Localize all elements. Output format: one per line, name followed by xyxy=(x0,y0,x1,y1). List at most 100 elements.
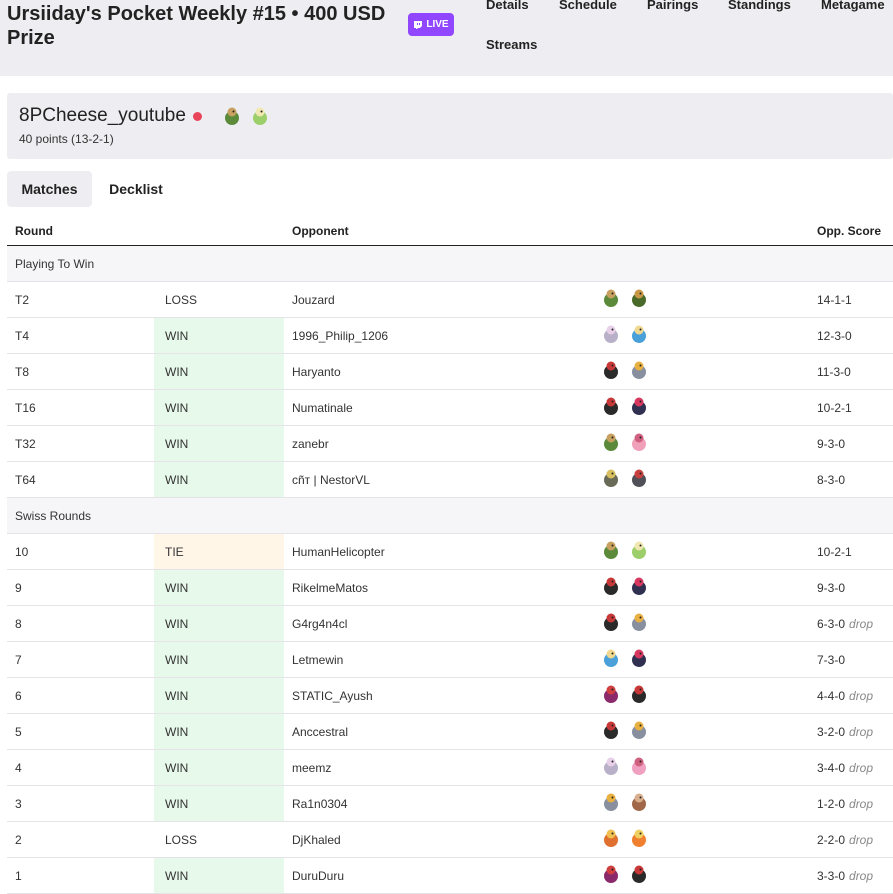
nav-metagame[interactable]: Metagame xyxy=(821,0,885,12)
opp-score-cell: 1-2-0 drop xyxy=(809,785,893,822)
opponent-deck-cell xyxy=(592,713,809,750)
opponent-cell[interactable]: G4rg4n4cl xyxy=(284,605,592,642)
round-cell: 9 xyxy=(7,569,154,606)
tab-matches[interactable]: Matches xyxy=(7,171,92,207)
result-cell: WIN xyxy=(154,425,284,462)
poison-sprite-icon xyxy=(604,685,618,703)
table-row[interactable]: T8 WIN Haryanto 11-3-0 xyxy=(7,353,893,390)
opponent-cell[interactable]: Haryanto xyxy=(284,353,592,390)
opponent-cell[interactable]: HumanHelicopter xyxy=(284,533,592,570)
table-row[interactable]: T2 LOSS Jouzard 14-1-1 xyxy=(7,281,893,318)
opponent-deck-cell xyxy=(592,677,809,714)
round-cell: 1 xyxy=(7,857,154,894)
country-flag-icon xyxy=(193,112,202,121)
score-value: 3-3-0 xyxy=(817,868,846,883)
player-name: 8PCheese_youtube xyxy=(19,105,186,126)
section-header-row: Swiss Rounds xyxy=(7,497,893,534)
table-row[interactable]: 1 WIN DuruDuru 3-3-0 drop xyxy=(7,857,893,894)
deck-sprites xyxy=(600,323,650,345)
live-badge[interactable]: LIVE xyxy=(408,13,454,36)
table-row[interactable]: 5 WIN Anccestral 3-2-0 drop xyxy=(7,713,893,750)
round-cell: 6 xyxy=(7,677,154,714)
score-value: 3-2-0 xyxy=(817,724,846,739)
magnezone-sprite-icon xyxy=(632,721,646,739)
opponent-cell[interactable]: cñт | NestorVL xyxy=(284,461,592,498)
round-cell: 4 xyxy=(7,749,154,786)
table-row[interactable]: T4 WIN 1996_Philip_1206 12-3-0 xyxy=(7,317,893,354)
result-cell: WIN xyxy=(154,461,284,498)
table-row[interactable]: 10 TIE HumanHelicopter 10-2-1 xyxy=(7,533,893,570)
round-cell: T2 xyxy=(7,281,154,318)
mew-sprite-icon xyxy=(632,433,646,451)
opponent-cell[interactable]: Jouzard xyxy=(284,281,592,318)
header-opponent: Opponent xyxy=(284,217,592,246)
score-value: 7-3-0 xyxy=(817,652,846,667)
water-sprite-icon xyxy=(604,649,618,667)
opp-score-cell: 2-2-0 drop xyxy=(809,821,893,858)
tab-decklist[interactable]: Decklist xyxy=(98,171,174,207)
opponent-deck-cell xyxy=(592,569,809,606)
fire-sprite-icon xyxy=(604,829,618,847)
opp-score-cell: 4-4-0 drop xyxy=(809,677,893,714)
deck-sprites xyxy=(600,863,650,885)
section-label: Playing To Win xyxy=(7,245,893,282)
table-row[interactable]: T64 WIN cñт | NestorVL 8-3-0 xyxy=(7,461,893,498)
score-value: 14-1-1 xyxy=(817,292,852,307)
opponent-deck-cell xyxy=(592,461,809,498)
table-row[interactable]: T16 WIN Numatinale 10-2-1 xyxy=(7,389,893,426)
opp-score-cell: 12-3-0 xyxy=(809,317,893,354)
score-value: 9-3-0 xyxy=(817,580,846,595)
opp-score-cell: 9-3-0 xyxy=(809,425,893,462)
nav-streams[interactable]: Streams xyxy=(486,37,537,52)
deck-sprites xyxy=(600,611,650,633)
table-row[interactable]: 9 WIN RikelmeMatos 9-3-0 xyxy=(7,569,893,606)
result-cell: LOSS xyxy=(154,281,284,318)
nav-pairings[interactable]: Pairings xyxy=(647,0,698,12)
rock-sprite-icon xyxy=(604,469,618,487)
weavile-sprite-icon xyxy=(632,397,646,415)
deck-sprites xyxy=(600,827,650,849)
nav-details[interactable]: Details xyxy=(486,0,529,12)
score-value: 10-2-1 xyxy=(817,400,852,415)
darkrai-sprite-icon xyxy=(604,613,618,631)
opponent-cell[interactable]: Ra1n0304 xyxy=(284,785,592,822)
drop-label: drop xyxy=(849,688,874,703)
deck-sprites xyxy=(600,719,650,741)
deck-sprites xyxy=(600,539,650,561)
opponent-cell[interactable]: Letmewin xyxy=(284,641,592,678)
score-value: 10-2-1 xyxy=(817,544,852,559)
round-cell: T8 xyxy=(7,353,154,390)
score-value: 2-2-0 xyxy=(817,832,846,847)
opponent-cell[interactable]: Numatinale xyxy=(284,389,592,426)
score-value: 1-2-0 xyxy=(817,796,846,811)
table-row[interactable]: 2 LOSS DjKhaled 2-2-0 drop xyxy=(7,821,893,858)
opponent-cell[interactable]: Anccestral xyxy=(284,713,592,750)
nav-schedule[interactable]: Schedule xyxy=(559,0,617,12)
opponent-deck-cell xyxy=(592,281,809,318)
opponent-cell[interactable]: DuruDuru xyxy=(284,857,592,894)
bird-sprite-icon xyxy=(632,469,646,487)
score-value: 3-4-0 xyxy=(817,760,846,775)
darkrai-sprite-icon xyxy=(604,397,618,415)
table-row[interactable]: 7 WIN Letmewin 7-3-0 xyxy=(7,641,893,678)
table-row[interactable]: 8 WIN G4rg4n4cl 6-3-0 drop xyxy=(7,605,893,642)
opp-score-cell: 3-3-0 drop xyxy=(809,857,893,894)
opponent-cell[interactable]: STATIC_Ayush xyxy=(284,677,592,714)
opponent-cell[interactable]: zanebr xyxy=(284,425,592,462)
opponent-cell[interactable]: DjKhaled xyxy=(284,821,592,858)
table-row[interactable]: T32 WIN zanebr 9-3-0 xyxy=(7,425,893,462)
table-row[interactable]: 4 WIN meemz 3-4-0 drop xyxy=(7,749,893,786)
fire-bird-sprite-icon xyxy=(632,829,646,847)
magnezone-sprite-icon xyxy=(632,613,646,631)
opponent-cell[interactable]: meemz xyxy=(284,749,592,786)
opponent-cell[interactable]: RikelmeMatos xyxy=(284,569,592,606)
nav-standings[interactable]: Standings xyxy=(728,0,791,12)
table-row[interactable]: 6 WIN STATIC_Ayush 4-4-0 drop xyxy=(7,677,893,714)
opp-score-cell: 3-4-0 drop xyxy=(809,749,893,786)
deck-sprites xyxy=(600,791,650,813)
drop-label: drop xyxy=(849,760,874,775)
opponent-cell[interactable]: 1996_Philip_1206 xyxy=(284,317,592,354)
round-cell: 7 xyxy=(7,641,154,678)
table-row[interactable]: 3 WIN Ra1n0304 1-2-0 drop xyxy=(7,785,893,822)
matches-body: Playing To Win T2 LOSS Jouzard 14-1-1 T4 WIN 19… xyxy=(7,245,893,894)
